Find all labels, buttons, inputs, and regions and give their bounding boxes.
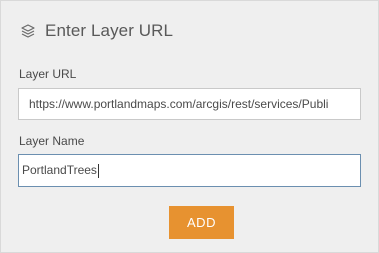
layer-name-label: Layer Name	[19, 134, 85, 148]
layer-name-value: PortlandTrees	[22, 163, 97, 177]
panel-header: Enter Layer URL	[19, 20, 173, 42]
layers-icon	[19, 22, 37, 40]
panel-title: Enter Layer URL	[45, 21, 174, 40]
layer-name-input[interactable]: PortlandTrees	[18, 154, 361, 187]
enter-layer-url-panel: Enter Layer URL Layer URL https://www.po…	[0, 0, 379, 253]
text-caret	[97, 163, 99, 178]
layer-url-input[interactable]: https://www.portlandmaps.com/arcgis/rest…	[18, 88, 361, 120]
add-button[interactable]: ADD	[169, 206, 234, 239]
layer-url-label: Layer URL	[19, 67, 77, 81]
layer-url-value: https://www.portlandmaps.com/arcgis/rest…	[29, 97, 329, 111]
